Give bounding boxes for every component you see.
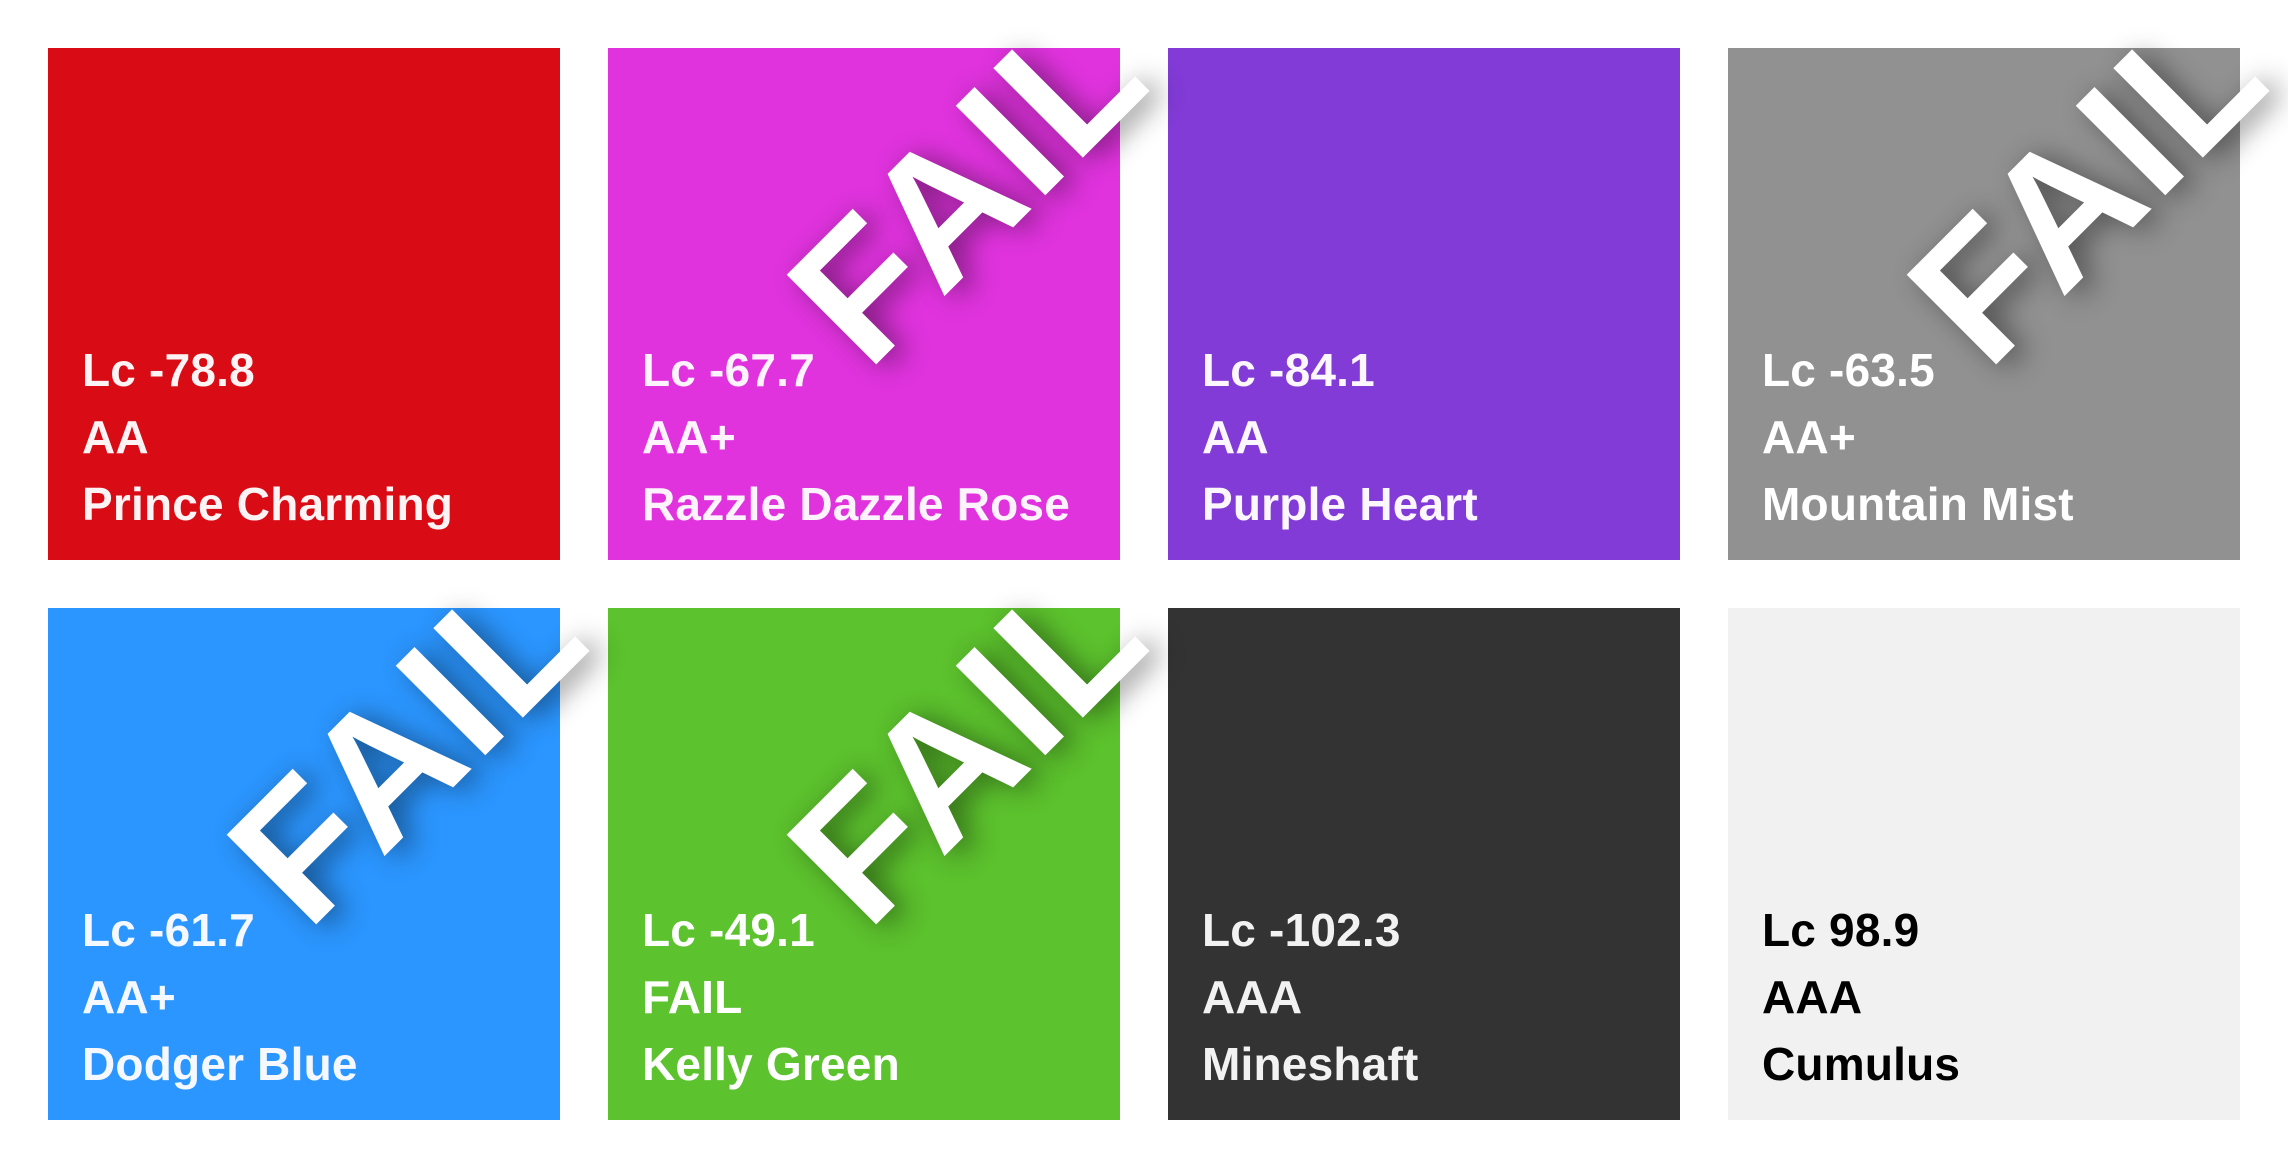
rating-label: AA+: [642, 411, 736, 463]
rating-label: AAA: [1202, 971, 1303, 1023]
contrast-value: Lc -78.8: [82, 344, 255, 396]
swatch-info: Lc -67.7 AA+ Razzle Dazzle Rose: [642, 337, 1070, 538]
contrast-value: Lc -84.1: [1202, 344, 1375, 396]
contrast-value: Lc -63.5: [1762, 344, 1935, 396]
contrast-value: Lc -102.3: [1202, 904, 1401, 956]
swatch-info: Lc -49.1 FAIL Kelly Green: [642, 897, 900, 1098]
color-name: Prince Charming: [82, 478, 454, 530]
color-name: Cumulus: [1762, 1038, 1961, 1090]
rating-label: AA+: [1762, 411, 1856, 463]
color-swatch-grid: Lc -78.8 AA Prince Charming Lc -67.7 AA+…: [0, 0, 2288, 1168]
contrast-value: Lc -67.7: [642, 344, 815, 396]
swatch-info: Lc -84.1 AA Purple Heart: [1202, 337, 1478, 538]
swatch-mountain-mist: Lc -63.5 AA+ Mountain Mist: [1728, 48, 2240, 560]
color-name: Kelly Green: [642, 1038, 900, 1090]
rating-label: AA: [1202, 411, 1269, 463]
swatch-kelly-green: Lc -49.1 FAIL Kelly Green: [608, 608, 1120, 1120]
swatch-info: Lc -63.5 AA+ Mountain Mist: [1762, 337, 2074, 538]
color-name: Mineshaft: [1202, 1038, 1419, 1090]
rating-label: AA: [82, 411, 149, 463]
swatch-prince-charming: Lc -78.8 AA Prince Charming: [48, 48, 560, 560]
color-name: Mountain Mist: [1762, 478, 2074, 530]
swatch-info: Lc -78.8 AA Prince Charming: [82, 337, 453, 538]
color-name: Purple Heart: [1202, 478, 1478, 530]
swatch-mineshaft: Lc -102.3 AAA Mineshaft: [1168, 608, 1680, 1120]
swatch-cumulus: Lc 98.9 AAA Cumulus: [1728, 608, 2240, 1120]
swatch-razzle-dazzle-rose: Lc -67.7 AA+ Razzle Dazzle Rose: [608, 48, 1120, 560]
swatch-purple-heart: Lc -84.1 AA Purple Heart: [1168, 48, 1680, 560]
rating-label: AA+: [82, 971, 176, 1023]
swatch-info: Lc -102.3 AAA Mineshaft: [1202, 897, 1418, 1098]
rating-label: AAA: [1762, 971, 1863, 1023]
swatch-info: Lc 98.9 AAA Cumulus: [1762, 897, 1960, 1098]
color-name: Dodger Blue: [82, 1038, 358, 1090]
contrast-value: Lc 98.9: [1762, 904, 1920, 956]
swatch-dodger-blue: Lc -61.7 AA+ Dodger Blue: [48, 608, 560, 1120]
contrast-value: Lc -49.1: [642, 904, 815, 956]
color-name: Razzle Dazzle Rose: [642, 478, 1070, 530]
rating-label: FAIL: [642, 971, 743, 1023]
contrast-value: Lc -61.7: [82, 904, 255, 956]
swatch-info: Lc -61.7 AA+ Dodger Blue: [82, 897, 358, 1098]
